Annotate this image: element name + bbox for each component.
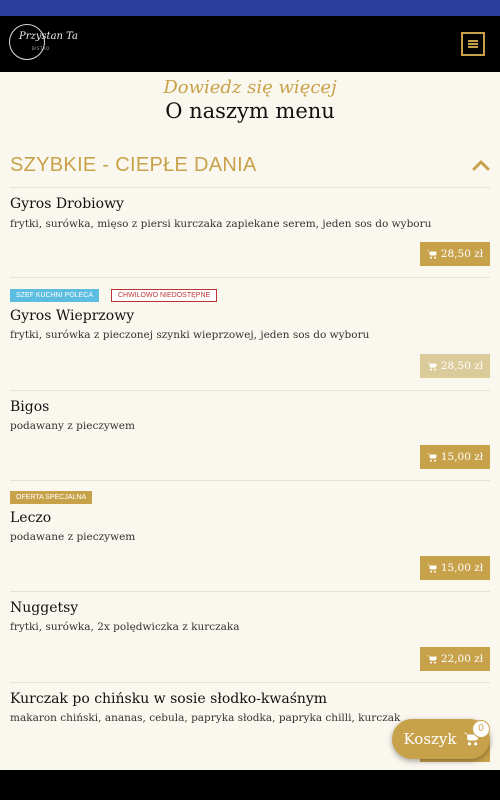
logo[interactable]: [9, 24, 45, 60]
menu-item: Nuggetsy frytki, surówka, 2x polędwiczka…: [10, 592, 490, 682]
hamburger-icon: [468, 43, 478, 45]
top-status-strip: [0, 0, 500, 16]
item-description: frytki, surówka z pieczonej szynki wiepr…: [10, 329, 370, 341]
item-description: frytki, surówka, 2x polędwiczka z kurcza…: [10, 621, 240, 633]
add-to-cart-button-disabled: 28,50 zł: [420, 354, 490, 378]
item-name: Kurczak po chińsku w sosie słodko-kwaśny…: [10, 691, 328, 707]
item-description: podawane z pieczywem: [10, 531, 136, 543]
cart-icon: [426, 564, 437, 573]
add-to-cart-button[interactable]: 22,00 zł: [420, 647, 490, 671]
item-name: Bigos: [10, 399, 50, 415]
cart-icon: [426, 250, 437, 259]
hero-subtitle: Dowiedz się więcej: [163, 77, 337, 98]
section-header[interactable]: SZYBKIE - CIEPŁE DANIA: [10, 152, 490, 180]
cart-icon: [426, 362, 437, 371]
item-price: 22,00 zł: [440, 653, 484, 665]
site-header: Przystan Ta BISTRO: [0, 16, 500, 72]
menu-item: SZEF KUCHNI POLECA CHWILOWO NIEDOSTĘPNE …: [10, 278, 490, 390]
cart-label: Koszyk: [403, 730, 457, 748]
item-name: Leczo: [10, 510, 52, 526]
cart-icon: [426, 655, 437, 664]
item-description: frytki, surówka, mięso z piersi kurczaka…: [10, 218, 432, 230]
menu-item: Bigos podawany z pieczywem 15,00 zł: [10, 391, 490, 480]
bottom-navigation-bar: [0, 770, 500, 800]
hero: Dowiedz się więcej O naszym menu: [0, 72, 500, 132]
badge-special-offer: OFERTA SPECJALNA: [10, 491, 93, 504]
item-price: 28,50 zł: [440, 360, 484, 372]
cart-icon: [426, 453, 437, 462]
section-title: SZYBKIE - CIEPŁE DANIA: [10, 154, 257, 176]
badge-unavailable: CHWILOWO NIEDOSTĘPNE: [111, 289, 218, 302]
add-to-cart-button[interactable]: 28,50 zł: [420, 242, 490, 266]
item-name: Nuggetsy: [10, 600, 79, 616]
logo-text: Przystan Ta: [19, 31, 79, 42]
item-price: 15,00 zł: [440, 451, 484, 463]
item-price: 15,00 zł: [440, 562, 484, 574]
logo-subtext: BISTRO: [32, 46, 50, 51]
chevron-up-icon[interactable]: [472, 156, 490, 174]
item-price: 28,50 zł: [440, 248, 484, 260]
cart-count-badge: 0: [472, 720, 490, 738]
menu-item: Gyros Drobiowy frytki, surówka, mięso z …: [10, 188, 490, 277]
page-title: O naszym menu: [165, 99, 335, 123]
item-description: podawany z pieczywem: [10, 420, 135, 432]
menu-button[interactable]: [461, 32, 485, 56]
menu-item: OFERTA SPECJALNA Leczo podawane z pieczy…: [10, 481, 490, 591]
badge-chef-recommends: SZEF KUCHNI POLECA: [10, 289, 100, 302]
item-name: Gyros Drobiowy: [10, 196, 124, 212]
item-description: makaron chiński, ananas, cebula, papryka…: [10, 712, 401, 724]
item-name: Gyros Wieprzowy: [10, 308, 135, 324]
add-to-cart-button[interactable]: 15,00 zł: [420, 445, 490, 469]
add-to-cart-button[interactable]: 15,00 zł: [420, 556, 490, 580]
